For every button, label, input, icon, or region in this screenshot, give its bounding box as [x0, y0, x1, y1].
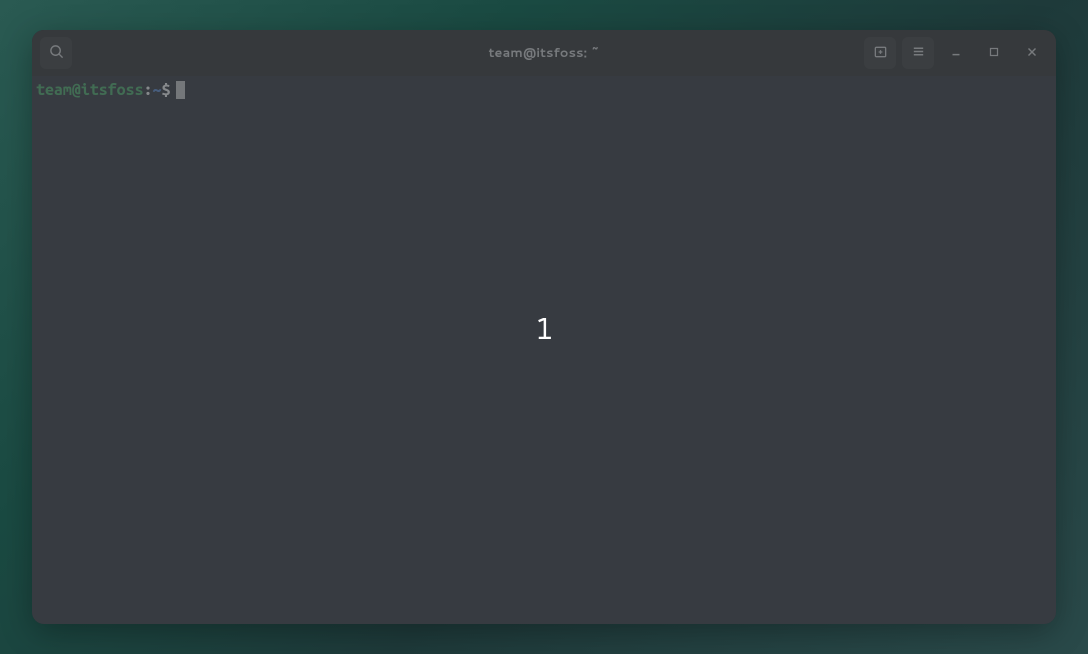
- titlebar-left: [40, 37, 72, 69]
- search-icon: [49, 44, 64, 62]
- terminal-window: team@itsfoss: ~: [32, 30, 1056, 624]
- prompt-user: team: [36, 80, 72, 101]
- prompt-at: @: [72, 80, 81, 101]
- menu-button[interactable]: [902, 37, 934, 69]
- terminal-cursor: [176, 81, 185, 99]
- maximize-button[interactable]: [978, 37, 1010, 69]
- close-button[interactable]: [1016, 37, 1048, 69]
- prompt-path: ~: [153, 80, 162, 101]
- close-icon: [1025, 45, 1039, 62]
- titlebar: team@itsfoss: ~: [32, 30, 1056, 76]
- hamburger-icon: [911, 44, 926, 62]
- terminal-content[interactable]: team@itsfoss:~$: [32, 76, 1056, 624]
- minimize-icon: [949, 45, 963, 62]
- search-button[interactable]: [40, 37, 72, 69]
- prompt-colon: :: [144, 80, 153, 101]
- new-tab-icon: [873, 44, 888, 62]
- prompt-host: itsfoss: [81, 80, 144, 101]
- window-title: team@itsfoss: ~: [488, 44, 599, 62]
- minimize-button[interactable]: [940, 37, 972, 69]
- titlebar-right: [864, 37, 1048, 69]
- maximize-icon: [987, 45, 1001, 62]
- prompt-dollar: $: [161, 80, 170, 101]
- new-tab-button[interactable]: [864, 37, 896, 69]
- prompt-line: team@itsfoss:~$: [36, 80, 1052, 101]
